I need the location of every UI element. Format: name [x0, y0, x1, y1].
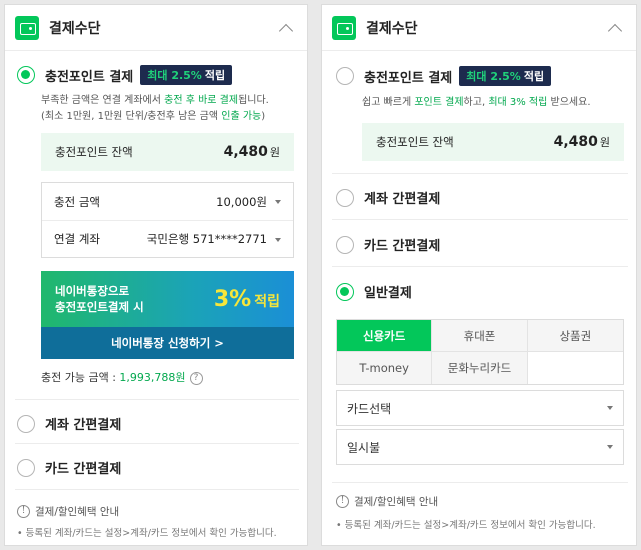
tab-credit-card[interactable]: 신용카드	[337, 320, 433, 352]
radio-account-easypay[interactable]	[17, 414, 35, 433]
header-title: 결제수단	[366, 20, 418, 37]
promo-text: 네이버통장으로 충전포인트결제 시	[55, 284, 144, 314]
installment-dropdown[interactable]: 일시불	[336, 429, 624, 465]
radio-card-easypay[interactable]	[17, 458, 35, 477]
point-balance: 충전포인트 잔액 4,480 원	[362, 123, 624, 161]
radio-charge-point[interactable]	[336, 67, 354, 85]
chargeable-amount: 충전 가능 금액 : 1,993,788원?	[41, 369, 203, 385]
payment-type-tabs: 신용카드 휴대폰 상품권 T-money 문화누리카드	[336, 319, 624, 385]
reward-badge: 최대 2.5% 적립	[140, 65, 233, 85]
charge-point-note: 쉽고 빠르게 포인트 결제하고, 최대 3% 적립 받으세요.	[362, 97, 591, 108]
chevron-up-icon[interactable]	[608, 21, 622, 35]
divider	[332, 482, 628, 483]
right-payment-panel: 결제수단 충전포인트 결제 최대 2.5% 적립 쉽고 빠르게 포인트 결제하고,…	[321, 4, 637, 546]
caret-down-icon	[275, 200, 281, 204]
left-payment-panel: 결제수단 충전포인트 결제 최대 2.5% 적립 부족한 금액은 연결 계좌에서 …	[4, 4, 308, 546]
tab-gift-card[interactable]: 상품권	[527, 320, 623, 352]
option-label: 충전포인트 결제	[45, 69, 134, 85]
option-account-easypay[interactable]: 계좌 간편결제	[336, 188, 440, 207]
radio-card-easypay[interactable]	[336, 235, 354, 254]
promo-rate: 3% 적립	[213, 286, 280, 312]
info-icon: !	[17, 505, 30, 518]
info-icon: !	[336, 495, 349, 508]
divider	[332, 266, 628, 267]
charge-amount-select[interactable]: 충전 금액 10,000원	[42, 183, 293, 220]
charge-settings: 충전 금액 10,000원 연결 계좌 국민은행 571****2771	[41, 182, 294, 258]
tab-culture-card[interactable]: 문화누리카드	[432, 352, 528, 384]
linked-account-label: 연결 계좌	[54, 232, 100, 246]
help-icon[interactable]: ?	[189, 371, 203, 385]
wallet-icon	[15, 15, 39, 40]
option-charge-point[interactable]: 충전포인트 결제 최대 2.5% 적립	[17, 65, 297, 85]
caret-down-icon	[607, 445, 613, 449]
option-card-easypay[interactable]: 카드 간편결제	[17, 458, 121, 477]
radio-account-easypay[interactable]	[336, 188, 354, 207]
balance-label: 충전포인트 잔액	[55, 145, 133, 159]
benefit-info[interactable]: ! 결제/할인혜택 안내	[17, 504, 119, 519]
footnote: • 등록된 계좌/카드는 설정>계좌/카드 정보에서 확인 가능합니다.	[336, 520, 596, 531]
point-balance: 충전포인트 잔액 4,480 원	[41, 133, 294, 171]
balance-value: 4,480 원	[223, 144, 280, 160]
charge-point-note: 부족한 금액은 연결 계좌에서 충전 후 바로 결제됩니다. (최소 1만원, …	[41, 95, 269, 122]
divider	[15, 399, 299, 400]
radio-charge-point[interactable]	[17, 66, 35, 84]
linked-account-value: 국민은행 571****2771	[146, 232, 267, 246]
reward-badge: 최대 2.5% 적립	[459, 66, 552, 86]
option-card-easypay[interactable]: 카드 간편결제	[336, 235, 440, 254]
divider	[332, 219, 628, 220]
footnote: • 등록된 계좌/카드는 설정>계좌/카드 정보에서 확인 가능합니다.	[17, 528, 277, 539]
divider	[15, 489, 299, 490]
charge-amount-value: 10,000원	[216, 194, 267, 209]
tab-mobile-phone[interactable]: 휴대폰	[432, 320, 528, 352]
option-general-payment[interactable]: 일반결제	[336, 282, 412, 301]
charge-amount-label: 충전 금액	[54, 194, 100, 209]
option-account-easypay[interactable]: 계좌 간편결제	[17, 414, 121, 433]
balance-value: 4,480 원	[553, 134, 610, 150]
divider	[332, 173, 628, 174]
linked-account-select[interactable]: 연결 계좌 국민은행 571****2771	[42, 220, 293, 257]
caret-down-icon	[275, 237, 281, 242]
benefit-info[interactable]: ! 결제/할인혜택 안내	[336, 494, 438, 509]
wallet-icon	[332, 15, 356, 40]
payment-method-header[interactable]: 결제수단	[322, 5, 636, 51]
divider	[15, 443, 299, 444]
naver-account-promo: 네이버통장으로 충전포인트결제 시 3% 적립 네이버통장 신청하기 >	[41, 271, 294, 359]
radio-general-payment[interactable]	[336, 282, 354, 301]
balance-label: 충전포인트 잔액	[376, 135, 454, 149]
header-title: 결제수단	[49, 20, 101, 37]
chevron-up-icon[interactable]	[279, 21, 293, 35]
option-charge-point[interactable]: 충전포인트 결제 최대 2.5% 적립	[336, 66, 552, 86]
naver-account-apply-button[interactable]: 네이버통장 신청하기 >	[41, 327, 294, 359]
caret-down-icon	[607, 406, 613, 410]
tab-tmoney[interactable]: T-money	[337, 352, 433, 384]
payment-method-header[interactable]: 결제수단	[5, 5, 307, 51]
tab-empty-cell	[527, 352, 623, 384]
card-select-dropdown[interactable]: 카드선택	[336, 390, 624, 426]
